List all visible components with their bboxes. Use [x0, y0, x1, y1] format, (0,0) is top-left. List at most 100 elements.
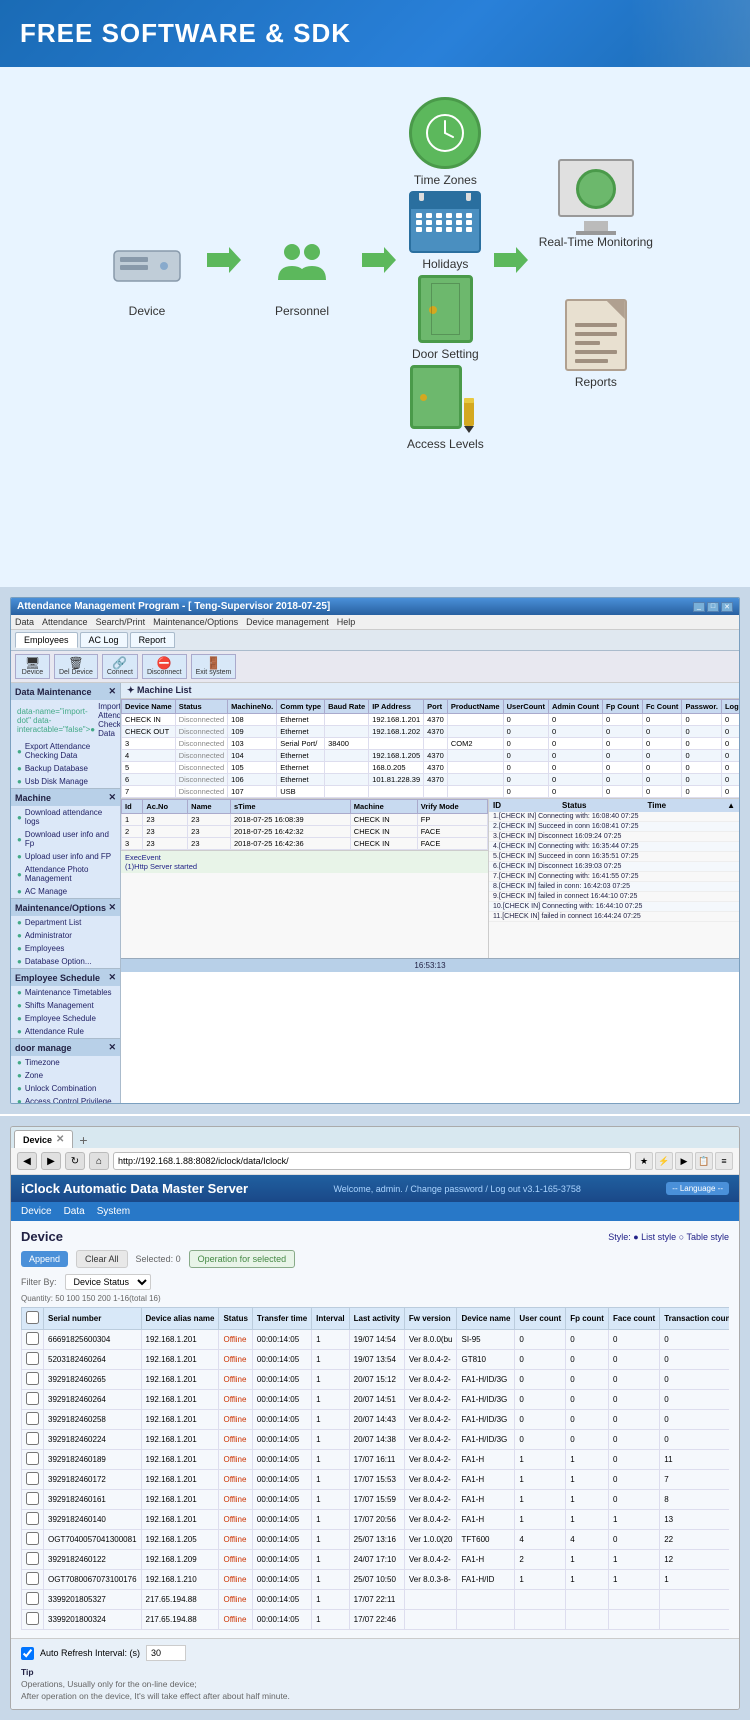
device-checkbox-cell[interactable]: [22, 1470, 44, 1490]
url-bar[interactable]: [113, 1152, 631, 1170]
machine-row[interactable]: CHECK IN Disconnected 108 Ethernet 192.1…: [122, 714, 740, 726]
device-checkbox-cell[interactable]: [22, 1410, 44, 1430]
close-btn[interactable]: ✕: [721, 602, 733, 612]
log-row[interactable]: 2 23 23 2018-07-25 16:42:32 CHECK IN FAC…: [122, 826, 488, 838]
device-checkbox[interactable]: [26, 1392, 39, 1405]
sidebar-ac[interactable]: ● AC Manage: [11, 885, 120, 898]
event-log-scroll[interactable]: ▲: [727, 801, 735, 810]
exit-btn[interactable]: 🚪 Exit system: [191, 654, 237, 679]
sidebar-att-rule[interactable]: ● Attendance Rule: [11, 1025, 120, 1038]
tab-report[interactable]: Report: [130, 632, 175, 648]
sidebar-import[interactable]: data-name="import-dot" data-interactable…: [11, 700, 120, 740]
sidebar-zone[interactable]: ● Zone: [11, 1069, 120, 1082]
auto-refresh-checkbox[interactable]: [21, 1647, 34, 1660]
del-device-btn[interactable]: 🗑 Del Device: [54, 654, 98, 679]
sidebar-export[interactable]: ● Export Attendance Checking Data: [11, 740, 120, 762]
settings-btn[interactable]: ≡: [715, 1152, 733, 1170]
device-checkbox[interactable]: [26, 1592, 39, 1605]
menu-help[interactable]: Help: [337, 617, 356, 627]
device-checkbox-cell[interactable]: [22, 1570, 44, 1590]
machine-table-container[interactable]: Device Name Status MachineNo. Comm type …: [121, 699, 739, 798]
menu-data[interactable]: Data: [15, 617, 34, 627]
sidebar-download-logs[interactable]: ● Download attendance logs: [11, 806, 120, 828]
device-row[interactable]: 3929182460264 192.168.1.201 Offline 00:0…: [22, 1390, 730, 1410]
action-btn-3[interactable]: 📋: [695, 1152, 713, 1170]
sidebar-ac-priv[interactable]: ● Access Control Privilege: [11, 1095, 120, 1103]
new-tab-btn[interactable]: +: [75, 1132, 91, 1148]
back-btn[interactable]: ◀: [17, 1152, 37, 1170]
device-row[interactable]: 3399201805327 217.65.194.88 Offline 00:0…: [22, 1590, 730, 1610]
minimize-btn[interactable]: _: [693, 602, 705, 612]
home-btn[interactable]: ⌂: [89, 1152, 109, 1170]
append-btn[interactable]: Append: [21, 1251, 68, 1267]
refresh-interval-input[interactable]: [146, 1645, 186, 1661]
refresh-btn[interactable]: ↻: [65, 1152, 85, 1170]
action-btn-2[interactable]: ▶: [675, 1152, 693, 1170]
tab-aclog[interactable]: AC Log: [80, 632, 128, 648]
sidebar-collapse-door[interactable]: ✕: [108, 1042, 116, 1053]
menu-maintenance[interactable]: Maintenance/Options: [153, 617, 238, 627]
device-checkbox-cell[interactable]: [22, 1330, 44, 1350]
device-checkbox[interactable]: [26, 1412, 39, 1425]
machine-row[interactable]: 3 Disconnected 103 Serial Port/ 38400 CO…: [122, 738, 740, 750]
sidebar-header-schedule[interactable]: Employee Schedule ✕: [11, 969, 120, 986]
device-checkbox[interactable]: [26, 1472, 39, 1485]
select-all-checkbox[interactable]: [26, 1311, 39, 1324]
machine-row[interactable]: 5 Disconnected 105 Ethernet 168.0.205 43…: [122, 762, 740, 774]
device-row[interactable]: OGT7040057041300081 192.168.1.205 Offlin…: [22, 1530, 730, 1550]
nav-system[interactable]: System: [97, 1206, 130, 1217]
sidebar-unlock[interactable]: ● Unlock Combination: [11, 1082, 120, 1095]
sidebar-admin[interactable]: ● Administrator: [11, 929, 120, 942]
device-row[interactable]: 3929182460122 192.168.1.209 Offline 00:0…: [22, 1550, 730, 1570]
sidebar-timetables[interactable]: ● Maintenance Timetables: [11, 986, 120, 999]
device-row[interactable]: 3929182460265 192.168.1.201 Offline 00:0…: [22, 1370, 730, 1390]
tab-employees[interactable]: Employees: [15, 632, 78, 648]
sidebar-photo[interactable]: ● Attendance Photo Management: [11, 863, 120, 885]
device-btn[interactable]: 🖥 Device: [15, 654, 50, 679]
device-checkbox[interactable]: [26, 1572, 39, 1585]
device-checkbox-cell[interactable]: [22, 1590, 44, 1610]
menu-search[interactable]: Search/Print: [96, 617, 146, 627]
device-checkbox-cell[interactable]: [22, 1370, 44, 1390]
device-checkbox-cell[interactable]: [22, 1510, 44, 1530]
device-checkbox-cell[interactable]: [22, 1530, 44, 1550]
machine-row[interactable]: 4 Disconnected 104 Ethernet 192.168.1.20…: [122, 750, 740, 762]
sidebar-header-door[interactable]: door manage ✕: [11, 1039, 120, 1056]
maximize-btn[interactable]: □: [707, 602, 719, 612]
filter-select[interactable]: Device Status: [65, 1274, 151, 1290]
sidebar-timezone[interactable]: ● Timezone: [11, 1056, 120, 1069]
language-btn[interactable]: -- Language --: [666, 1182, 729, 1195]
clear-all-btn[interactable]: Clear All: [76, 1250, 128, 1268]
device-checkbox-cell[interactable]: [22, 1610, 44, 1630]
bookmark-btn[interactable]: ★: [635, 1152, 653, 1170]
device-checkbox[interactable]: [26, 1352, 39, 1365]
menu-device[interactable]: Device management: [246, 617, 329, 627]
log-row[interactable]: 3 23 23 2018-07-25 16:42:36 CHECK IN FAC…: [122, 838, 488, 850]
device-row[interactable]: 3399201800324 217.65.194.88 Offline 00:0…: [22, 1610, 730, 1630]
sidebar-employees[interactable]: ● Employees: [11, 942, 120, 955]
tab-close-btn[interactable]: ✕: [56, 1134, 64, 1145]
device-row[interactable]: 66691825600304 192.168.1.201 Offline 00:…: [22, 1330, 730, 1350]
device-checkbox-cell[interactable]: [22, 1350, 44, 1370]
device-row[interactable]: 3929182460172 192.168.1.201 Offline 00:0…: [22, 1470, 730, 1490]
menu-attendance[interactable]: Attendance: [42, 617, 88, 627]
data-table-container[interactable]: Serial number Device alias name Status T…: [21, 1307, 729, 1630]
forward-btn[interactable]: ▶: [41, 1152, 61, 1170]
sidebar-collapse-schedule[interactable]: ✕: [108, 972, 116, 983]
sidebar-backup[interactable]: ● Backup Database: [11, 762, 120, 775]
operation-btn[interactable]: Operation for selected: [189, 1250, 296, 1268]
machine-row[interactable]: 7 Disconnected 107 USB 0 0 0 0 0 0 3204: [122, 786, 740, 798]
device-checkbox-cell[interactable]: [22, 1490, 44, 1510]
sidebar-download-user[interactable]: ● Download user info and Fp: [11, 828, 120, 850]
machine-row[interactable]: CHECK OUT Disconnected 109 Ethernet 192.…: [122, 726, 740, 738]
browser-tab-device[interactable]: Device ✕: [14, 1130, 73, 1148]
sidebar-emp-sched[interactable]: ● Employee Schedule: [11, 1012, 120, 1025]
sidebar-collapse-machine[interactable]: ✕: [108, 792, 116, 803]
device-checkbox[interactable]: [26, 1332, 39, 1345]
disconnect-btn[interactable]: ⛔ Disconnect: [142, 654, 187, 679]
device-checkbox[interactable]: [26, 1492, 39, 1505]
win-controls[interactable]: _ □ ✕: [693, 602, 733, 612]
nav-data[interactable]: Data: [64, 1206, 85, 1217]
sidebar-dept[interactable]: ● Department List: [11, 916, 120, 929]
sidebar-header-data[interactable]: Data Maintenance ✕: [11, 683, 120, 700]
